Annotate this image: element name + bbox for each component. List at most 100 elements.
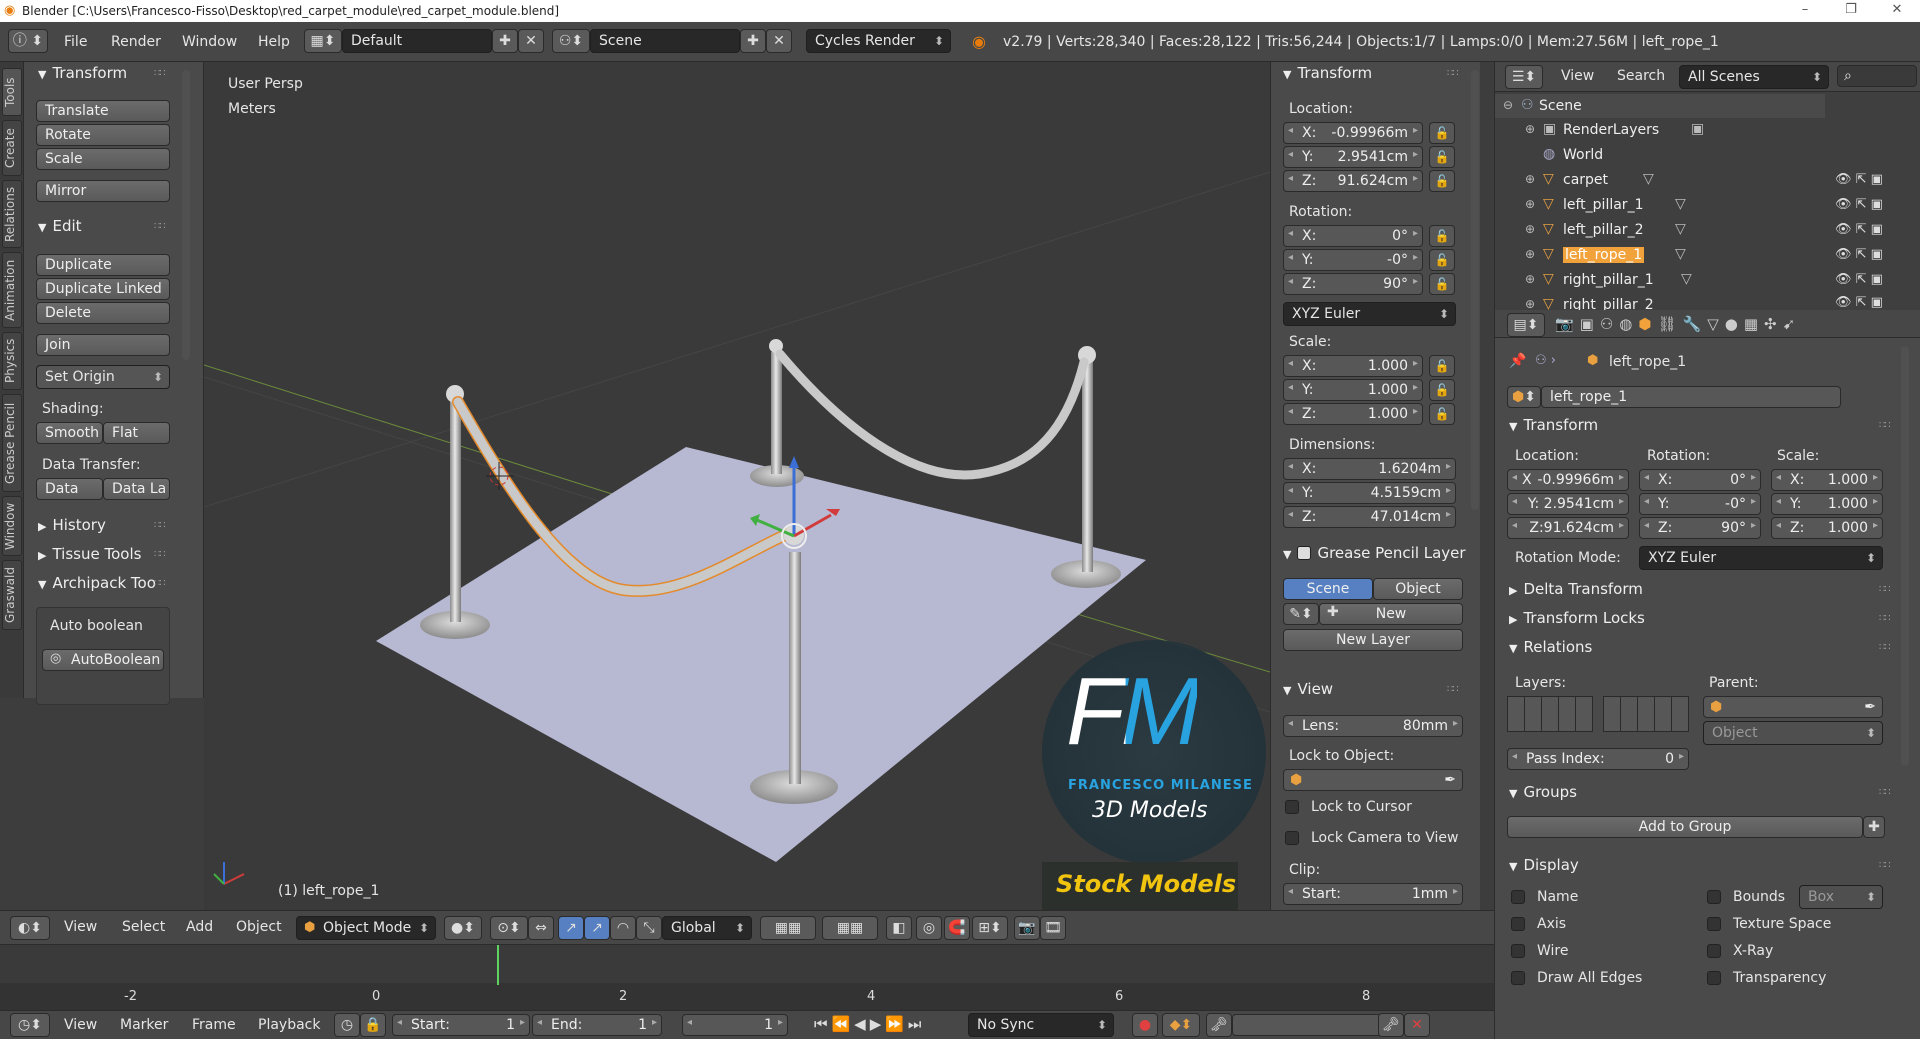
display-texture-space-checkbox[interactable] [1707,917,1721,931]
sync-mode-select[interactable]: No Sync [968,1013,1114,1037]
manipulator-toggle-icon[interactable]: ⇔ [528,916,554,940]
display-name-checkbox[interactable] [1511,890,1525,904]
location-z-field[interactable]: ◂ Z: 91.624cm ▸ [1283,170,1423,192]
tab-physics[interactable]: Physics [2,332,22,390]
visibility-eye-icon[interactable]: 👁 ⇱ ▣ [1835,222,1883,237]
scale-y-field[interactable]: ◂ Y: 1.000 ▸ [1283,379,1423,401]
panel-grip-icon[interactable]: ∷∷ [154,68,166,79]
visibility-eye-icon[interactable]: 👁 ⇱ ▣ [1835,197,1883,212]
lens-field[interactable]: ◂ Lens: 80mm ▸ [1283,715,1463,737]
panel-grip-icon[interactable]: ∷∷ [1447,68,1459,79]
properties-scrollbar[interactable] [1901,346,1909,766]
gp-object-button[interactable]: Object [1373,578,1463,600]
scene-select[interactable]: Scene [590,29,740,53]
props-rotation-x-field[interactable]: ◂ X: 0° ▸ [1639,469,1761,491]
opengl-animation-icon[interactable]: 🎞 [1040,916,1066,940]
preview-range-icon[interactable]: ◷ [334,1013,360,1037]
join-button[interactable]: Join [36,334,170,356]
props-transform-header[interactable]: ▼ Transform [1509,416,1598,434]
timeline-playback-menu[interactable]: Playback [258,1017,320,1033]
select-menu[interactable]: Select [122,919,165,935]
flat-shading-button[interactable]: Flat [103,422,170,444]
transform-panel-header[interactable]: ▼ Transform [38,64,127,82]
panel-grip-icon[interactable]: ∷∷ [1879,584,1891,595]
editor-type-info-icon[interactable]: ⓘ ⬍ [8,29,48,53]
dimension-z-field[interactable]: ◂ Z: 47.014cm ▸ [1283,506,1456,528]
outliner-row-left-pillar-2[interactable]: ⊕ ▽ left_pillar_2 ▽ [1495,218,1825,242]
panel-grip-icon[interactable]: ∷∷ [154,221,166,232]
layers-grid-right[interactable] [1603,696,1689,732]
visibility-eye-icon[interactable]: 👁 ⇱ ▣ [1835,172,1883,187]
end-frame-field[interactable]: ◂ End: 1 ▸ [532,1014,662,1036]
lock-icon[interactable]: 🔓 [1429,249,1455,271]
keying-icon[interactable]: ◆⬍ [1162,1013,1200,1037]
layer-lock-icon[interactable]: ◧ [886,916,912,940]
menu-help[interactable]: Help [258,34,290,50]
add-group-icon[interactable]: ✚ [1863,816,1885,838]
groups-header[interactable]: ▼ Groups [1509,783,1577,801]
playback-controls[interactable]: ⏮⏪◀▶⏩⏭ [814,1015,925,1033]
editor-type-timeline-icon[interactable]: ◷⬍ [10,1013,50,1037]
outliner-row-scene[interactable]: ⊖ ⚇ Scene [1495,94,1825,118]
timeline-frame-menu[interactable]: Frame [192,1017,236,1033]
rotation-x-field[interactable]: ◂ X: 0° ▸ [1283,225,1423,247]
tab-animation[interactable]: Animation [2,252,22,328]
translate-manipulator-icon[interactable]: ↗ [558,916,584,940]
add-menu[interactable]: Add [186,919,213,935]
delete-keyframe-icon[interactable]: ✕ [1404,1013,1430,1037]
panel-grip-icon[interactable]: ∷∷ [1879,787,1891,798]
lock-icon[interactable]: 🔓 [1429,273,1455,295]
bounds-type-select[interactable]: Box [1799,885,1883,909]
visibility-eye-icon[interactable]: 👁 ⇱ ▣ [1835,295,1883,310]
translate-manipulator-active-icon[interactable]: ↗ [584,916,610,940]
npanel-scrollbar[interactable] [1471,70,1479,510]
display-header[interactable]: ▼ Display [1509,856,1579,874]
editor-type-3d-icon[interactable]: ◐⬍ [10,916,50,940]
scale-button[interactable]: Scale [36,148,170,170]
transform-orientation-select[interactable]: Global [662,916,752,940]
panel-grip-icon[interactable]: ∷∷ [1879,642,1891,653]
dimension-y-field[interactable]: ◂ Y: 4.5159cm ▸ [1283,482,1456,504]
clip-start-field[interactable]: ◂ Start: 1mm ▸ [1283,883,1463,905]
display-bounds-checkbox[interactable] [1707,890,1721,904]
properties-editor-icon[interactable]: ▤⬍ [1507,313,1545,337]
mode-select[interactable]: Object Mode [296,916,436,940]
lock-icon[interactable]: 🔓 [1429,225,1455,247]
opengl-render-icon[interactable]: 📷 [1014,916,1040,940]
gp-pencil-icon[interactable]: ✎⬍ [1283,603,1319,625]
remove-scene-icon[interactable]: ✕ [766,29,792,53]
transform-locks-header[interactable]: ▶ Transform Locks [1509,609,1645,627]
npanel-transform-header[interactable]: ▼ Transform [1283,64,1372,82]
tab-grease-pencil[interactable]: Grease Pencil [2,394,22,492]
lock-icon[interactable]: 🔓 [1429,379,1455,401]
grease-pencil-checkbox[interactable] [1297,546,1312,560]
rotation-mode-select[interactable]: XYZ Euler [1283,302,1456,326]
panel-grip-icon[interactable]: ∷∷ [154,520,166,531]
record-icon[interactable]: ● [1132,1013,1158,1037]
scale-x-field[interactable]: ◂ X: 1.000 ▸ [1283,355,1423,377]
props-location-y-field[interactable]: ◂ Y: 2.9541cm ▸ [1507,493,1629,515]
lock-icon[interactable]: 🔓 [1429,170,1455,192]
translate-button[interactable]: Translate [36,100,170,122]
scale-z-field[interactable]: ◂ Z: 1.000 ▸ [1283,403,1423,425]
object-datablock-icon[interactable]: ⬢⬍ [1507,386,1541,408]
tab-tools[interactable]: Tools [2,68,22,116]
outliner-search-menu[interactable]: Search [1617,68,1665,84]
toolshelf-scrollbar[interactable] [182,70,190,360]
parent-field[interactable]: ⬢ ✒ [1703,696,1883,718]
timeline-marker-menu[interactable]: Marker [120,1017,168,1033]
display-transparency-checkbox[interactable] [1707,971,1721,985]
lock-range-icon[interactable]: 🔒 [360,1013,386,1037]
lock-icon[interactable]: 🔓 [1429,146,1455,168]
keying-set-field[interactable] [1232,1014,1382,1036]
add-to-group-button[interactable]: Add to Group [1507,816,1863,838]
pass-index-field[interactable]: ◂ Pass Index: 0 ▸ [1507,748,1689,770]
display-all-edges-checkbox[interactable] [1511,971,1525,985]
menu-window[interactable]: Window [182,34,237,50]
current-frame-marker[interactable] [497,945,499,985]
pivot-point-icon[interactable]: ⊙⬍ [490,916,528,940]
lock-object-field[interactable]: ⬢ ✒ [1283,769,1463,791]
outliner-row-left-pillar-1[interactable]: ⊕ ▽ left_pillar_1 ▽ [1495,193,1825,217]
screen-layout-select[interactable]: Default [342,29,492,53]
tab-relations[interactable]: Relations [2,180,22,248]
